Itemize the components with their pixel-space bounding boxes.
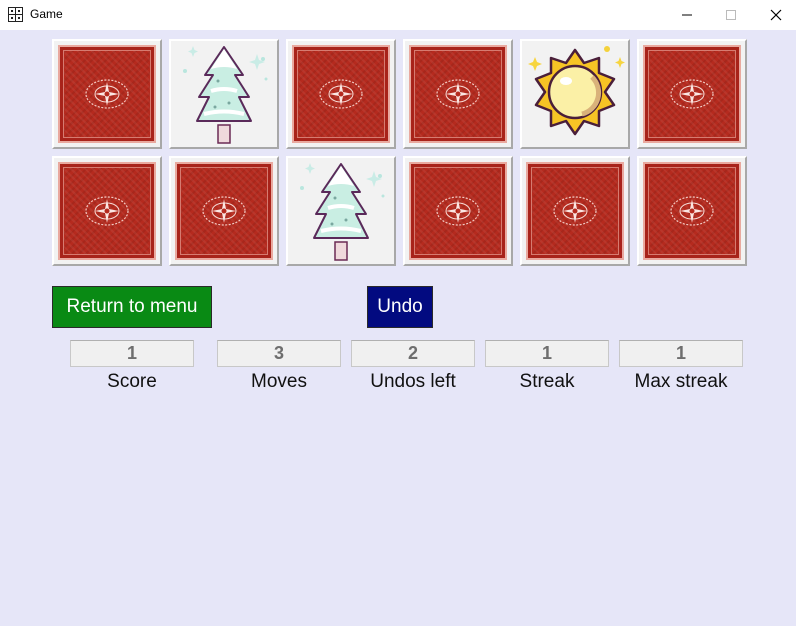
- ornament-icon: [85, 79, 129, 109]
- card-face-down[interactable]: [52, 39, 162, 149]
- streak-value: 1: [485, 340, 609, 367]
- undos-left-stat: 2 Undos left: [351, 340, 475, 393]
- sun-icon: [528, 46, 625, 136]
- ornament-icon: [319, 79, 363, 109]
- ornament-icon: [202, 196, 246, 226]
- ornament-icon: [670, 196, 714, 226]
- undos-left-label: Undos left: [370, 371, 456, 392]
- streak-stat: 1 Streak: [485, 340, 609, 393]
- card-grid: [52, 39, 747, 266]
- maximize-button[interactable]: [708, 0, 754, 30]
- card-face-up-pine-tree[interactable]: [286, 156, 396, 266]
- moves-stat: 3 Moves: [217, 340, 341, 393]
- card-face-down[interactable]: [286, 39, 396, 149]
- maximize-icon: [726, 10, 736, 20]
- ornament-icon: [85, 196, 129, 226]
- streak-label: Streak: [519, 371, 575, 392]
- undos-left-value: 2: [351, 340, 475, 367]
- minimize-button[interactable]: [664, 0, 710, 30]
- card-face-up-sun[interactable]: [520, 39, 630, 149]
- ornament-icon: [553, 196, 597, 226]
- pine-tree-icon: [300, 163, 385, 261]
- card-back-pattern: [409, 162, 507, 260]
- moves-value: 3: [217, 340, 341, 367]
- score-stat: 1 Score: [70, 340, 194, 393]
- card-back-pattern: [175, 162, 273, 260]
- card-face-down[interactable]: [520, 156, 630, 266]
- card-face-down[interactable]: [637, 39, 747, 149]
- card-face-down[interactable]: [403, 156, 513, 266]
- window-title: Game: [30, 7, 63, 21]
- card-back-pattern: [292, 45, 390, 143]
- card-back-pattern: [58, 45, 156, 143]
- card-back-pattern: [526, 162, 624, 260]
- card-face-down[interactable]: [52, 156, 162, 266]
- card-face-down[interactable]: [403, 39, 513, 149]
- close-button[interactable]: [753, 0, 796, 30]
- ornament-icon: [670, 79, 714, 109]
- card-back-pattern: [58, 162, 156, 260]
- card-back-pattern: [643, 45, 741, 143]
- card-face-down[interactable]: [637, 156, 747, 266]
- card-face-down[interactable]: [169, 156, 279, 266]
- max-streak-stat: 1 Max streak: [619, 340, 743, 393]
- score-label: Score: [107, 371, 157, 392]
- pine-tree-icon: [183, 46, 268, 144]
- moves-label: Moves: [251, 371, 307, 392]
- card-back-pattern: [409, 45, 507, 143]
- max-streak-value: 1: [619, 340, 743, 367]
- undo-button[interactable]: Undo: [367, 286, 433, 328]
- card-back-pattern: [643, 162, 741, 260]
- app-grid-icon: [8, 7, 23, 22]
- minimize-icon: [682, 14, 692, 16]
- return-to-menu-button[interactable]: Return to menu: [52, 286, 212, 328]
- score-value: 1: [70, 340, 194, 367]
- ornament-icon: [436, 196, 480, 226]
- title-bar: Game: [0, 0, 796, 30]
- card-face-up-pine-tree[interactable]: [169, 39, 279, 149]
- max-streak-label: Max streak: [634, 371, 728, 392]
- ornament-icon: [436, 79, 480, 109]
- close-icon: [770, 9, 782, 21]
